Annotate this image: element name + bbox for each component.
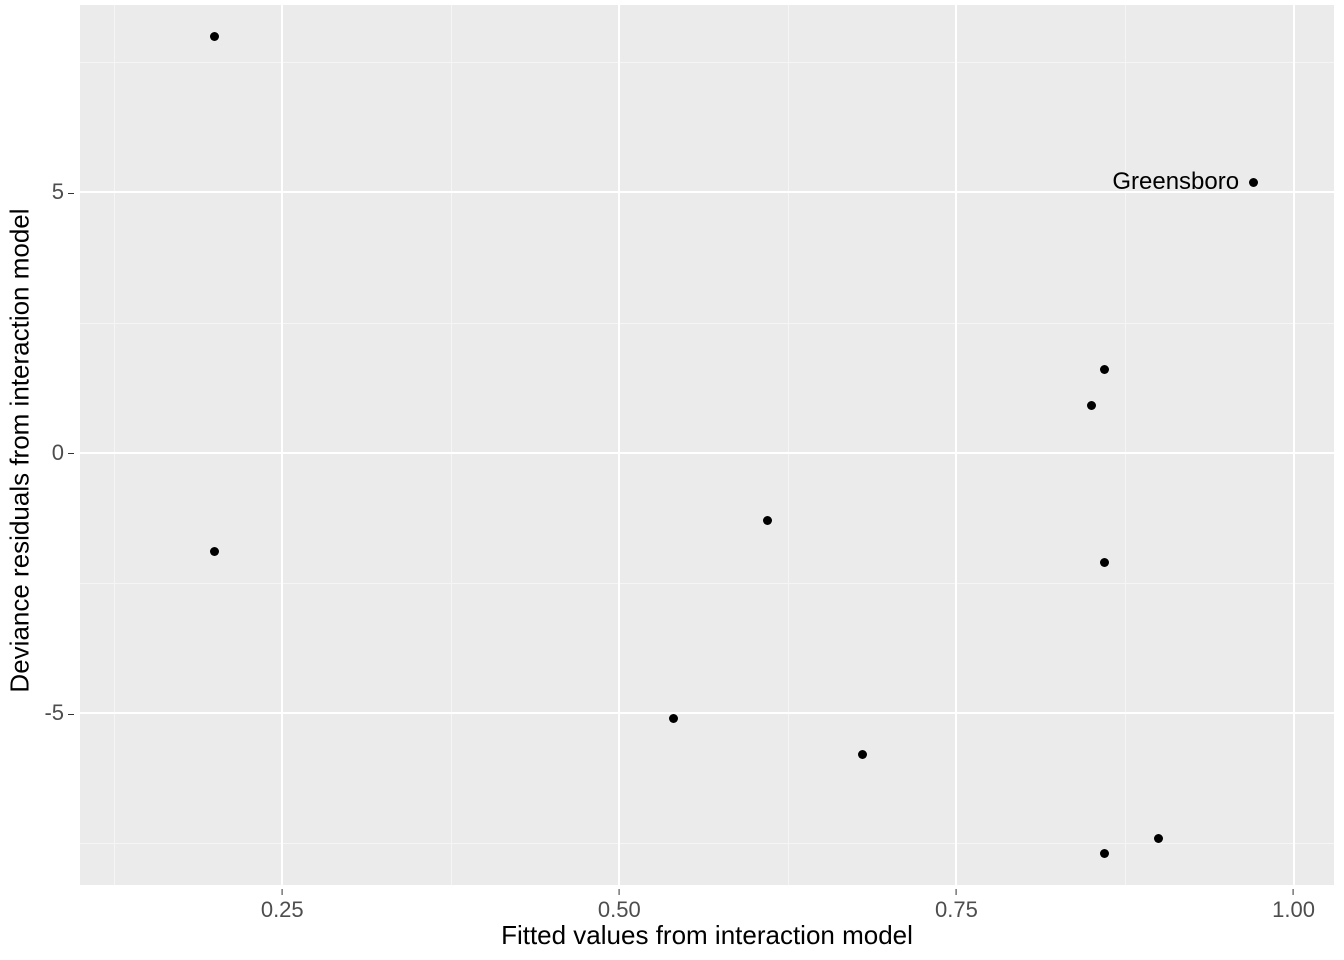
y-axis-ticks: -5 0 5 [40, 5, 80, 885]
data-point [858, 750, 867, 759]
y-tick-label: 0 [52, 440, 74, 466]
x-tick-label: 0.75 [935, 889, 978, 923]
data-point [1100, 558, 1109, 567]
grid-minor-h [80, 583, 1334, 584]
data-point [763, 516, 772, 525]
data-point [1249, 178, 1258, 187]
grid-minor-v [451, 5, 452, 885]
data-point [1087, 401, 1096, 410]
grid-minor-h [80, 62, 1334, 63]
x-axis-label: Fitted values from interaction model [80, 920, 1334, 960]
scatter-chart: Deviance residuals from interaction mode… [0, 0, 1344, 960]
data-point-label: Greensboro [1112, 168, 1245, 196]
grid-major-v [618, 5, 620, 885]
y-tick-label: -5 [44, 700, 74, 726]
grid-minor-v [788, 5, 789, 885]
plot-panel: Greensboro [80, 5, 1334, 885]
data-point [210, 32, 219, 41]
grid-major-v [1293, 5, 1295, 885]
data-point [1100, 365, 1109, 374]
x-axis-label-text: Fitted values from interaction model [501, 920, 913, 950]
x-tick-label: 1.00 [1272, 889, 1315, 923]
grid-major-h [80, 452, 1334, 454]
grid-minor-v [114, 5, 115, 885]
data-point [210, 547, 219, 556]
grid-major-h [80, 712, 1334, 714]
data-point [1100, 849, 1109, 858]
grid-minor-v [1125, 5, 1126, 885]
y-axis-label: Deviance residuals from interaction mode… [0, 0, 40, 900]
x-tick-label: 0.50 [598, 889, 641, 923]
data-point [1154, 834, 1163, 843]
y-tick-label: 5 [52, 179, 74, 205]
grid-major-v [955, 5, 957, 885]
grid-minor-h [80, 843, 1334, 844]
grid-minor-h [80, 323, 1334, 324]
x-axis-ticks: 0.250.500.751.00 [80, 885, 1334, 915]
y-axis-label-text: Deviance residuals from interaction mode… [5, 208, 36, 692]
x-tick-label: 0.25 [261, 889, 304, 923]
data-point [669, 714, 678, 723]
grid-major-v [281, 5, 283, 885]
